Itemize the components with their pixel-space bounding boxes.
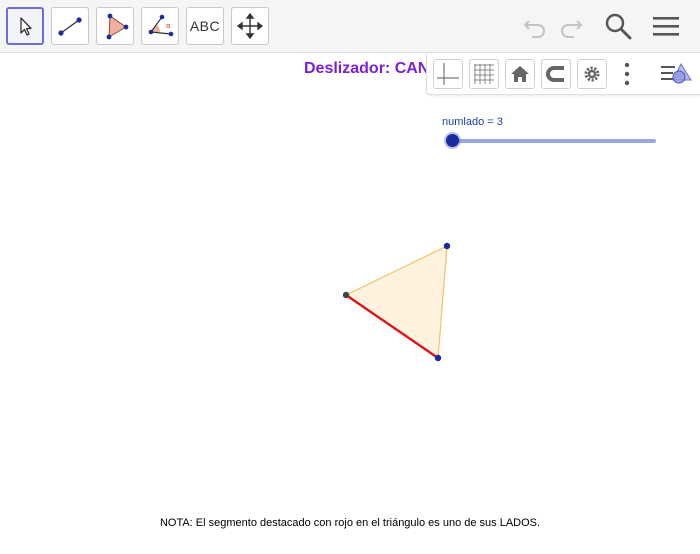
more-options-button[interactable] [617, 61, 637, 87]
vertex-top[interactable] [443, 242, 451, 250]
slider-label: numlado = 3 [442, 116, 503, 128]
vertex-bottom[interactable] [434, 354, 442, 362]
stylebar-toggle-icon [661, 62, 692, 84]
stylebar-toggle-button[interactable] [659, 60, 695, 88]
grid-icon [474, 64, 494, 84]
axes-toggle[interactable] [433, 59, 463, 89]
style-bar [426, 54, 700, 95]
triangle-polygon[interactable] [346, 246, 447, 358]
magnet-icon [546, 66, 564, 82]
slider-title: Deslizador: CAN [304, 60, 430, 77]
gear-icon [584, 66, 600, 82]
more-vertical-icon [624, 62, 630, 86]
settings-button[interactable] [577, 59, 607, 89]
grid-toggle[interactable] [469, 59, 499, 89]
axes-icon [437, 63, 459, 85]
slider-knob[interactable] [446, 134, 459, 147]
note-text: NOTA: El segmento destacado con rojo en … [159, 517, 541, 529]
home-button[interactable] [505, 59, 535, 89]
vertex-left[interactable] [342, 291, 350, 299]
home-icon [511, 66, 529, 82]
slider-track[interactable] [452, 139, 656, 143]
snap-button[interactable] [541, 59, 571, 89]
